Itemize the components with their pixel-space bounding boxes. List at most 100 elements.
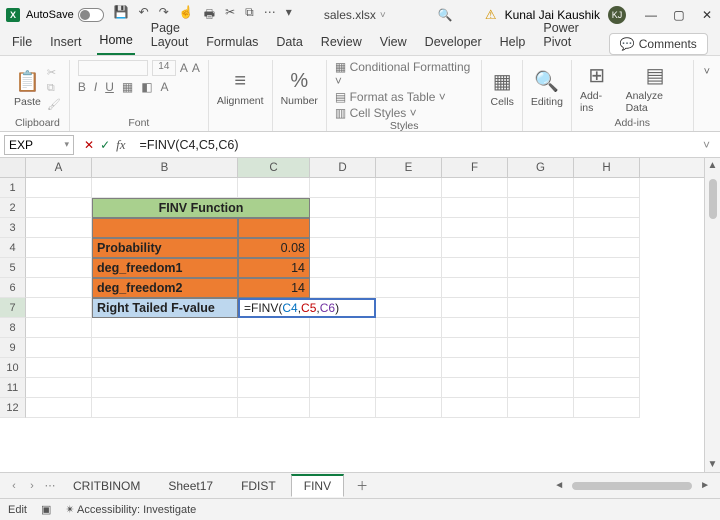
cell-B6[interactable]: deg_freedom2 <box>92 278 238 298</box>
qat-overflow-icon[interactable]: ▾ <box>286 5 292 26</box>
decrease-font-icon[interactable]: A <box>192 61 200 75</box>
row-header-4[interactable]: 4 <box>0 238 26 258</box>
add-sheet-button[interactable]: ＋ <box>346 477 378 494</box>
tab-view[interactable]: View <box>378 31 409 55</box>
underline-icon[interactable]: U <box>105 80 114 94</box>
more-icon[interactable]: ⋯ <box>264 5 276 26</box>
sheet-nav-next-icon[interactable]: › <box>24 480 40 492</box>
warning-icon[interactable]: ⚠ <box>485 7 497 23</box>
file-name[interactable]: sales.xlsx ˅ <box>324 8 386 22</box>
col-header-B[interactable]: B <box>92 158 238 177</box>
h-scroll-thumb[interactable] <box>572 482 692 490</box>
row-header-8[interactable]: 8 <box>0 318 26 338</box>
macro-record-icon[interactable]: ▣ <box>41 503 51 516</box>
grid-rows[interactable]: 1 2FINV Function 3 4Probability0.08 5deg… <box>0 178 704 472</box>
close-button[interactable]: ✕ <box>700 8 714 22</box>
tab-home[interactable]: Home <box>97 29 134 55</box>
search-icon[interactable]: 🔍 <box>438 8 453 22</box>
cell-B5[interactable]: deg_freedom1 <box>92 258 238 278</box>
col-header-C[interactable]: C <box>238 158 310 177</box>
maximize-button[interactable]: ▢ <box>672 8 686 22</box>
font-color-icon[interactable]: A <box>161 80 169 94</box>
increase-font-icon[interactable]: A <box>180 61 188 75</box>
tab-formulas[interactable]: Formulas <box>204 31 260 55</box>
tab-review[interactable]: Review <box>319 31 364 55</box>
addins-button[interactable]: ⊞Add-ins <box>580 63 614 114</box>
cell-C7-editing[interactable]: =FINV(C4,C5,C6) <box>238 298 376 318</box>
cell-styles-button[interactable]: ▥ Cell Styles ˅ <box>335 106 417 120</box>
number-button[interactable]: %Number <box>281 70 318 107</box>
tab-help[interactable]: Help <box>498 31 528 55</box>
autosave-control[interactable]: AutoSave <box>26 8 104 22</box>
font-name-box[interactable] <box>78 60 148 76</box>
expand-formula-bar-icon[interactable]: ˅ <box>693 138 720 152</box>
bold-icon[interactable]: B <box>78 80 86 94</box>
scroll-down-icon[interactable]: ▼ <box>708 457 718 472</box>
scroll-thumb[interactable] <box>709 179 717 219</box>
row-header-12[interactable]: 12 <box>0 398 26 418</box>
sheet-tab-active[interactable]: FINV <box>291 474 344 497</box>
print-icon[interactable]: 🖶 <box>204 5 215 26</box>
undo-icon[interactable]: ↶ <box>139 5 149 26</box>
conditional-formatting-button[interactable]: ▦ Conditional Formatting ˅ <box>335 60 474 88</box>
scroll-left-icon[interactable]: ◄ <box>550 480 568 491</box>
horizontal-scrollbar[interactable]: ◄ ► <box>380 480 714 491</box>
cell-C6[interactable]: 14 <box>238 278 310 298</box>
col-header-D[interactable]: D <box>310 158 376 177</box>
autosave-toggle[interactable] <box>78 8 104 22</box>
cell-B7[interactable]: Right Tailed F-value <box>92 298 238 318</box>
analyze-data-button[interactable]: ▤Analyze Data <box>626 63 685 114</box>
accessibility-status[interactable]: ✴ Accessibility: Investigate <box>65 503 196 516</box>
cell-C5[interactable]: 14 <box>238 258 310 278</box>
sheet-nav-more-icon[interactable]: ⋯ <box>42 479 58 492</box>
row-header-2[interactable]: 2 <box>0 198 26 218</box>
enter-formula-icon[interactable]: ✓ <box>100 138 110 152</box>
fx-icon[interactable]: fx <box>116 137 125 153</box>
col-header-G[interactable]: G <box>508 158 574 177</box>
tab-file[interactable]: File <box>10 31 34 55</box>
save-icon[interactable]: 💾 <box>114 5 129 26</box>
select-all-corner[interactable] <box>0 158 26 177</box>
col-header-H[interactable]: H <box>574 158 640 177</box>
tab-power-pivot[interactable]: Power Pivot <box>541 17 580 55</box>
row-header-9[interactable]: 9 <box>0 338 26 358</box>
fill-color-icon[interactable]: ◧ <box>141 80 152 94</box>
cut-icon[interactable]: ✂ <box>47 66 61 79</box>
sheet-nav-prev-icon[interactable]: ‹ <box>6 480 22 492</box>
italic-icon[interactable]: I <box>94 80 97 94</box>
tab-insert[interactable]: Insert <box>48 31 83 55</box>
row-header-1[interactable]: 1 <box>0 178 26 198</box>
cells-button[interactable]: ▦Cells <box>490 69 513 108</box>
col-header-F[interactable]: F <box>442 158 508 177</box>
tab-data[interactable]: Data <box>274 31 304 55</box>
cell-title[interactable]: FINV Function <box>92 198 310 218</box>
sheet-tab[interactable]: FDIST <box>228 475 289 496</box>
format-as-table-button[interactable]: ▤ Format as Table ˅ <box>335 90 446 104</box>
row-header-11[interactable]: 11 <box>0 378 26 398</box>
row-header-5[interactable]: 5 <box>0 258 26 278</box>
minimize-button[interactable]: — <box>644 8 658 22</box>
row-header-3[interactable]: 3 <box>0 218 26 238</box>
scroll-up-icon[interactable]: ▲ <box>708 158 718 173</box>
ribbon-collapse-button[interactable]: ˅ <box>694 60 720 131</box>
border-icon[interactable]: ▦ <box>122 80 133 94</box>
scroll-right-icon[interactable]: ► <box>696 480 714 491</box>
cancel-formula-icon[interactable]: ✕ <box>84 138 94 152</box>
copy-icon[interactable]: ⧉ <box>47 82 61 95</box>
editing-button[interactable]: 🔍Editing <box>531 69 563 108</box>
row-header-10[interactable]: 10 <box>0 358 26 378</box>
row-header-7[interactable]: 7 <box>0 298 26 318</box>
col-header-A[interactable]: A <box>26 158 92 177</box>
copy-icon[interactable]: ⧉ <box>245 5 254 26</box>
sheet-tab[interactable]: CRITBINOM <box>60 475 153 496</box>
format-painter-icon[interactable]: 🖌 <box>47 98 61 111</box>
font-size-box[interactable]: 14 <box>152 60 176 76</box>
vertical-scrollbar[interactable]: ▲ ▼ <box>704 158 720 472</box>
tab-page-layout[interactable]: Page Layout <box>149 17 191 55</box>
sheet-tab[interactable]: Sheet17 <box>155 475 226 496</box>
col-header-E[interactable]: E <box>376 158 442 177</box>
comments-button[interactable]: 💬 Comments <box>609 33 708 55</box>
cell-C4[interactable]: 0.08 <box>238 238 310 258</box>
row-header-6[interactable]: 6 <box>0 278 26 298</box>
paste-button[interactable]: 📋 Paste <box>14 69 41 108</box>
